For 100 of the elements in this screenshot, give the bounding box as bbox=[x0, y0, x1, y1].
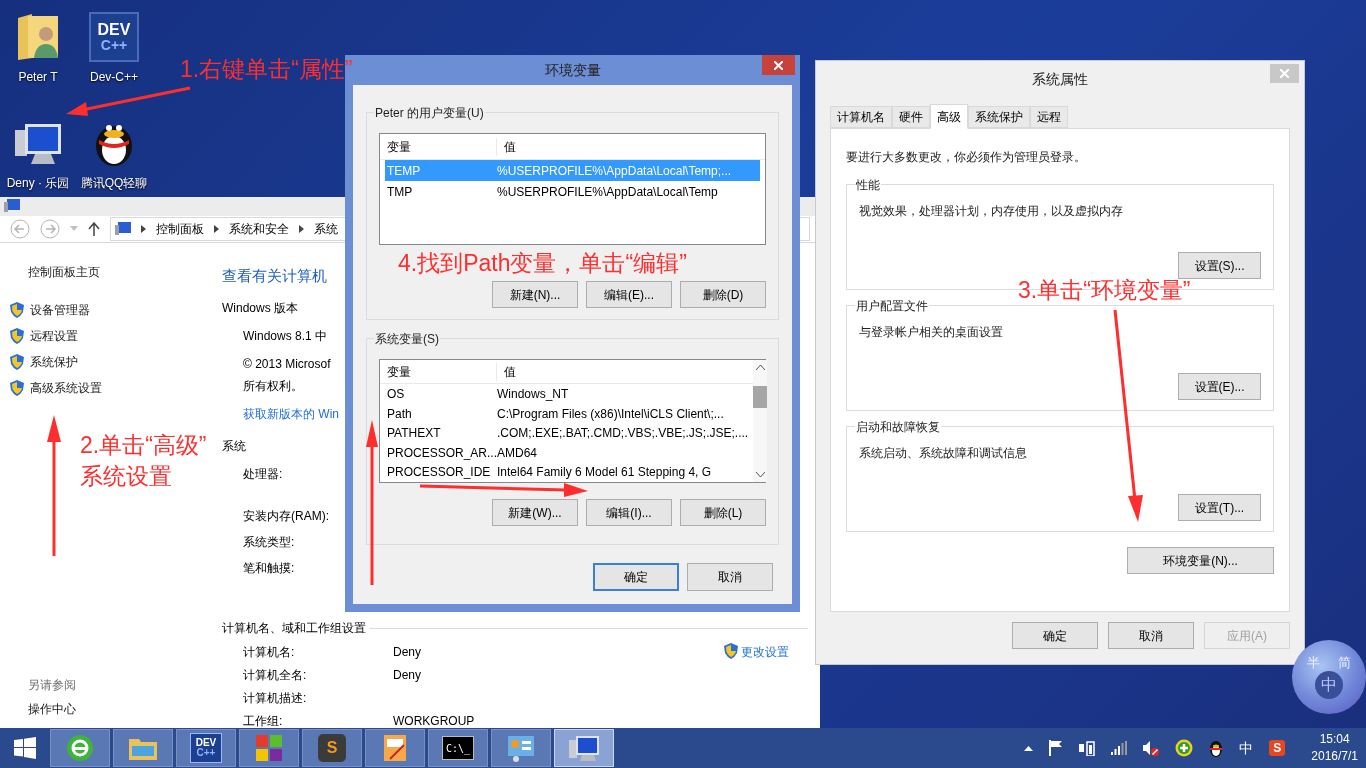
taskbar-app[interactable] bbox=[365, 729, 425, 767]
scrollbar[interactable] bbox=[753, 360, 768, 482]
column-header[interactable]: 变量 bbox=[380, 362, 497, 381]
ime-mode-badge[interactable]: 中 bbox=[1315, 670, 1343, 699]
clock[interactable]: 15:04 2016/7/1 bbox=[1311, 731, 1358, 765]
desktop-icon-label[interactable]: 腾讯QQ轻聊 bbox=[80, 174, 148, 192]
variable-value: %USERPROFILE%\AppData\Local\Temp;... bbox=[497, 162, 732, 180]
notepad-icon bbox=[382, 733, 408, 763]
sidebar-link[interactable]: 系统保护 bbox=[30, 352, 78, 371]
dialog-button[interactable]: 取消 bbox=[687, 563, 773, 591]
chevron-right-icon bbox=[299, 224, 304, 233]
computer-icon bbox=[568, 734, 600, 762]
taskbar-app[interactable] bbox=[239, 729, 299, 767]
tab[interactable]: 硬件 bbox=[892, 106, 930, 128]
get-new-version-link[interactable]: 获取新版本的 Win bbox=[243, 405, 339, 423]
admin-note: 要进行大多数更改，你必须作为管理员登录。 bbox=[846, 149, 1087, 166]
change-settings-link[interactable]: 更改设置 bbox=[741, 643, 790, 661]
taskbar-app[interactable] bbox=[50, 729, 110, 767]
desktop-icon-label[interactable]: Peter T bbox=[18, 68, 58, 86]
show-hidden-icons-caret[interactable] bbox=[1024, 745, 1034, 751]
sidebar-link[interactable]: 设备管理器 bbox=[30, 300, 90, 319]
list-row[interactable]: PROCESSOR_IDE Intel64 Family 6 Model 61 Stepping 4, G bbox=[385, 462, 749, 482]
sublime-icon: S bbox=[318, 734, 346, 762]
group-description: 系统启动、系统故障和调试信息 bbox=[859, 445, 1028, 462]
taskbar-app[interactable]: C:\_ bbox=[428, 729, 488, 767]
up-arrow-icon[interactable] bbox=[88, 221, 100, 236]
windows-logo-icon[interactable] bbox=[14, 737, 36, 759]
column-header[interactable]: 值 bbox=[497, 137, 516, 156]
group-title: 性能 bbox=[855, 176, 881, 194]
group-title: Peter 的用户变量(U) bbox=[374, 104, 485, 122]
list-row[interactable]: TMP %USERPROFILE%\AppData\Local\Temp bbox=[385, 181, 760, 202]
list-row[interactable]: PROCESSOR_AR...AMD64 bbox=[385, 442, 749, 463]
dialog-button[interactable]: 编辑(I)... bbox=[586, 499, 672, 526]
close-button[interactable] bbox=[762, 55, 795, 75]
desktop-icon-label[interactable]: Deny · 乐园 bbox=[6, 174, 70, 192]
dialog-button[interactable]: 新建(N)... bbox=[492, 281, 578, 308]
annotation-text: 2.单击“高级” 系统设置 bbox=[80, 431, 207, 491]
input-method-indicator[interactable]: 中 bbox=[1239, 737, 1254, 759]
chevron-right-icon bbox=[214, 224, 219, 233]
dialog-button[interactable]: 确定 bbox=[593, 563, 679, 591]
variable-value: Intel64 Family 6 Model 61 Stepping 4, G bbox=[497, 464, 712, 482]
sidebar-link[interactable]: 高级系统设置 bbox=[30, 378, 102, 397]
variable-name: TEMP bbox=[386, 162, 422, 180]
tab[interactable]: 远程 bbox=[1030, 106, 1068, 128]
variable-name: Path bbox=[386, 405, 413, 423]
ime-skin-badge[interactable]: 半 简 中 bbox=[1292, 640, 1366, 714]
sidebar-link[interactable]: 操作中心 bbox=[28, 700, 212, 718]
taskbar-app[interactable] bbox=[491, 729, 551, 767]
dialog-button[interactable]: 新建(W)... bbox=[492, 499, 578, 526]
tab[interactable]: 系统保护 bbox=[968, 106, 1030, 128]
column-header[interactable]: 变量 bbox=[380, 137, 497, 156]
chevron-right-icon bbox=[141, 224, 146, 233]
tab[interactable]: 高级 bbox=[930, 104, 968, 129]
dialog-button[interactable]: 编辑(E)... bbox=[586, 281, 672, 308]
scroll-down-icon[interactable] bbox=[755, 472, 765, 478]
taskbar-app[interactable]: DEV C++ bbox=[176, 729, 236, 767]
breadcrumb-item[interactable]: 系统和安全 bbox=[229, 219, 289, 238]
shield-icon bbox=[10, 301, 24, 318]
tab[interactable]: 计算机名 bbox=[830, 106, 892, 128]
section-heading: 计算机名、域和工作组设置 bbox=[222, 620, 366, 637]
column-header[interactable]: 值 bbox=[497, 362, 516, 381]
variable-name: TMP bbox=[386, 183, 414, 201]
close-icon bbox=[774, 60, 783, 70]
list-row[interactable]: OS Windows_NT bbox=[385, 384, 749, 404]
property-label: 工作组: bbox=[243, 713, 284, 728]
desktop-icon-label[interactable]: Dev-C++ bbox=[90, 68, 138, 86]
flag-icon[interactable] bbox=[1049, 740, 1064, 756]
speaker-muted-icon[interactable] bbox=[1143, 740, 1160, 756]
page-heading: 查看有关计算机 bbox=[222, 265, 327, 286]
battery-plug-icon[interactable] bbox=[1079, 740, 1096, 756]
signal-bars-icon[interactable] bbox=[1111, 741, 1128, 755]
dialog-button[interactable]: 环境变量(N)... bbox=[1127, 547, 1274, 574]
dialog-button[interactable]: 设置(T)... bbox=[1178, 494, 1261, 521]
dialog-button[interactable]: 设置(E)... bbox=[1178, 373, 1261, 400]
sogou-icon[interactable]: S bbox=[1269, 740, 1286, 756]
taskbar-app[interactable]: S bbox=[302, 729, 362, 767]
property-label: 计算机全名: bbox=[243, 667, 308, 682]
group-description: 与登录帐户相关的桌面设置 bbox=[859, 324, 1004, 341]
breadcrumb-item[interactable]: 控制面板 bbox=[156, 219, 204, 238]
dialog-button[interactable]: 删除(L) bbox=[680, 499, 766, 526]
dialog-button[interactable]: 确定 bbox=[1012, 622, 1098, 649]
property-value: WORKGROUP bbox=[393, 713, 475, 728]
scroll-thumb[interactable] bbox=[753, 386, 768, 408]
property-value: Deny bbox=[393, 644, 421, 659]
list-row[interactable]: Path C:\Program Files (x86)\Intel\iCLS Client\;... bbox=[385, 403, 749, 424]
variable-value: %USERPROFILE%\AppData\Local\Temp bbox=[497, 183, 718, 201]
list-row[interactable]: PATHEXT .COM;.EXE;.BAT;.CMD;.VBS;.VBE;.JS;.JSE;.... bbox=[385, 423, 749, 443]
plus-circle-icon[interactable] bbox=[1175, 739, 1194, 757]
dialog-button[interactable]: 取消 bbox=[1108, 622, 1194, 649]
dialog-button[interactable]: 删除(D) bbox=[680, 281, 766, 308]
dialog-button[interactable]: 设置(S)... bbox=[1178, 252, 1261, 279]
penguin-icon[interactable] bbox=[1209, 739, 1224, 757]
calligraphy-char: 简 bbox=[1338, 655, 1351, 669]
taskbar-app[interactable] bbox=[113, 729, 173, 767]
sidebar-link[interactable]: 控制面板主页 bbox=[10, 262, 212, 281]
sidebar-link[interactable]: 远程设置 bbox=[30, 326, 78, 345]
scroll-up-icon[interactable] bbox=[755, 364, 765, 370]
variable-value: Windows_NT bbox=[497, 386, 569, 404]
breadcrumb-item[interactable]: 系统 bbox=[314, 219, 338, 238]
annotation-text: 1.右键单击“属性” bbox=[180, 55, 353, 84]
